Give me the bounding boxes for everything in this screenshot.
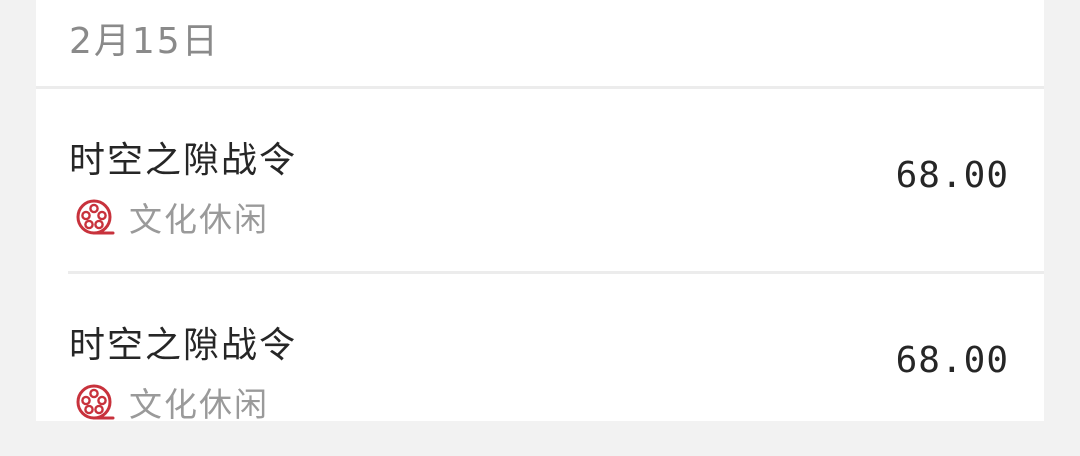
film-reel-icon (76, 384, 115, 420)
transaction-row[interactable]: 时空之隙战令 文化休闲 68.00 (36, 89, 1044, 271)
transaction-category: 文化休闲 (75, 382, 269, 424)
transaction-amount: 68.00 (895, 340, 1009, 381)
transaction-category: 文化休闲 (75, 197, 269, 239)
transaction-list-card: 2月15日 时空之隙战令 文化休闲 68.00 时空之隙战令 文化休闲 68.0… (36, 0, 1044, 424)
transaction-title: 时空之隙战令 (69, 140, 298, 181)
category-label: 文化休闲 (129, 200, 269, 239)
transaction-row[interactable]: 时空之隙战令 文化休闲 68.00 (36, 274, 1044, 456)
date-label: 2月15日 (69, 21, 220, 62)
transaction-title: 时空之隙战令 (69, 325, 298, 366)
date-group-header: 2月15日 (36, 0, 1044, 86)
transaction-amount: 68.00 (895, 155, 1009, 196)
category-label: 文化休闲 (129, 385, 269, 424)
film-reel-icon (76, 199, 115, 235)
